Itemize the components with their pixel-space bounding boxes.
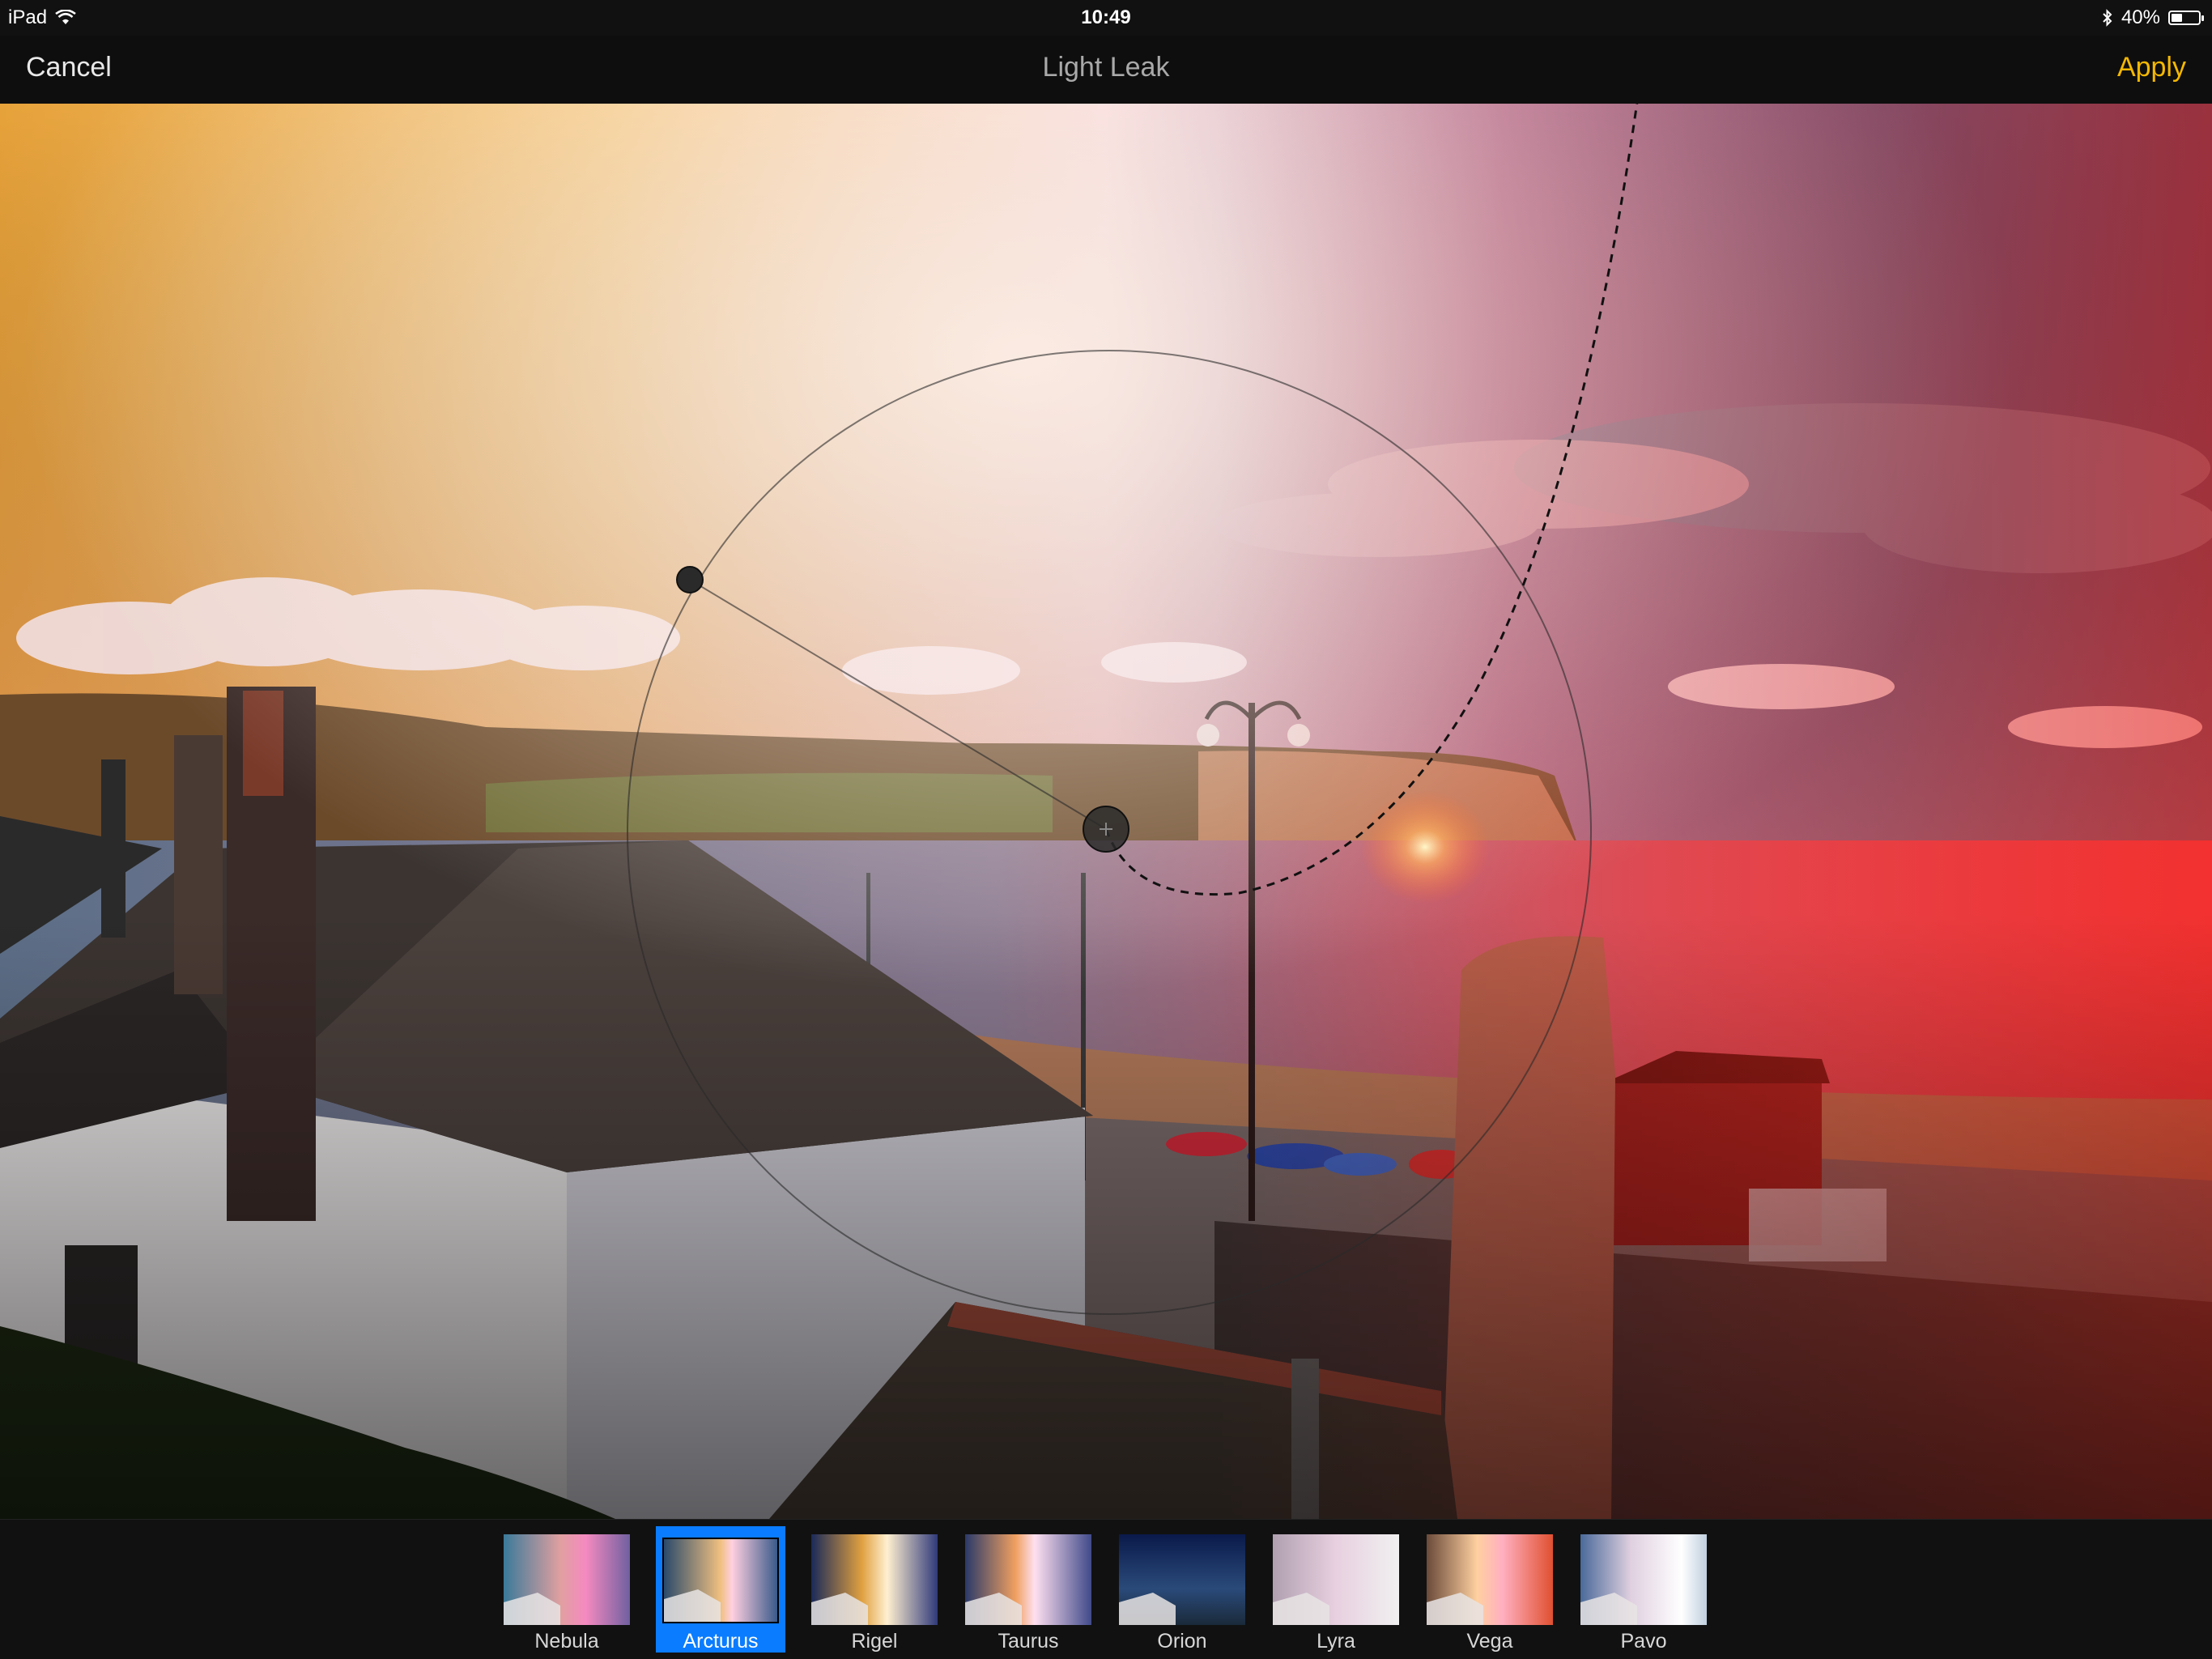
- filter-preview: [504, 1534, 630, 1625]
- page-title: Light Leak: [1042, 52, 1170, 83]
- photo-canvas[interactable]: [0, 104, 2212, 1519]
- filter-thumb-taurus[interactable]: Taurus: [963, 1526, 1093, 1653]
- status-time: 10:49: [1081, 6, 1131, 28]
- filter-label: Vega: [1466, 1630, 1513, 1653]
- filter-thumb-orion[interactable]: Orion: [1117, 1526, 1247, 1653]
- filter-thumb-rigel[interactable]: Rigel: [810, 1526, 939, 1653]
- apply-button[interactable]: Apply: [2117, 52, 2186, 83]
- filter-preview: [811, 1534, 938, 1625]
- filter-label: Nebula: [534, 1630, 599, 1653]
- preview-house: [1273, 1593, 1329, 1625]
- filter-preview: [1427, 1534, 1553, 1625]
- photo: [0, 104, 2212, 1519]
- preview-house: [504, 1593, 560, 1625]
- filter-thumb-arcturus[interactable]: Arcturus: [656, 1526, 785, 1653]
- preview-house: [811, 1593, 868, 1625]
- filter-preview: [1273, 1534, 1399, 1625]
- filter-label: Arcturus: [683, 1630, 759, 1653]
- filter-preview: [965, 1534, 1091, 1625]
- filter-strip: Nebula Arcturus Rigel Taurus Orion Lyra Vega Pa…: [0, 1519, 2212, 1659]
- filter-thumb-pavo[interactable]: Pavo: [1579, 1526, 1708, 1653]
- filter-label: Lyra: [1317, 1630, 1355, 1653]
- battery-percent: 40%: [2121, 6, 2160, 28]
- status-bar: iPad 10:49 40%: [0, 0, 2212, 36]
- preview-house: [1119, 1593, 1176, 1625]
- bluetooth-icon: [2103, 9, 2112, 27]
- nav-bar: Cancel Light Leak Apply: [0, 36, 2212, 104]
- filter-thumb-nebula[interactable]: Nebula: [502, 1526, 632, 1653]
- preview-house: [965, 1593, 1022, 1625]
- filter-label: Taurus: [998, 1630, 1059, 1653]
- preview-house: [1580, 1593, 1637, 1625]
- filter-preview: [1580, 1534, 1707, 1625]
- filter-thumbnails: Nebula Arcturus Rigel Taurus Orion Lyra Vega Pa…: [502, 1526, 1708, 1653]
- filter-label: Pavo: [1620, 1630, 1667, 1653]
- filter-preview: [1119, 1534, 1245, 1625]
- preview-house: [1427, 1593, 1483, 1625]
- battery-icon: [2168, 11, 2204, 25]
- filter-preview: [662, 1538, 779, 1623]
- preview-house: [664, 1589, 721, 1622]
- filter-label: Rigel: [851, 1630, 898, 1653]
- filter-thumb-lyra[interactable]: Lyra: [1271, 1526, 1401, 1653]
- filter-label: Orion: [1157, 1630, 1207, 1653]
- filter-thumb-vega[interactable]: Vega: [1425, 1526, 1555, 1653]
- battery-level: [2172, 14, 2182, 22]
